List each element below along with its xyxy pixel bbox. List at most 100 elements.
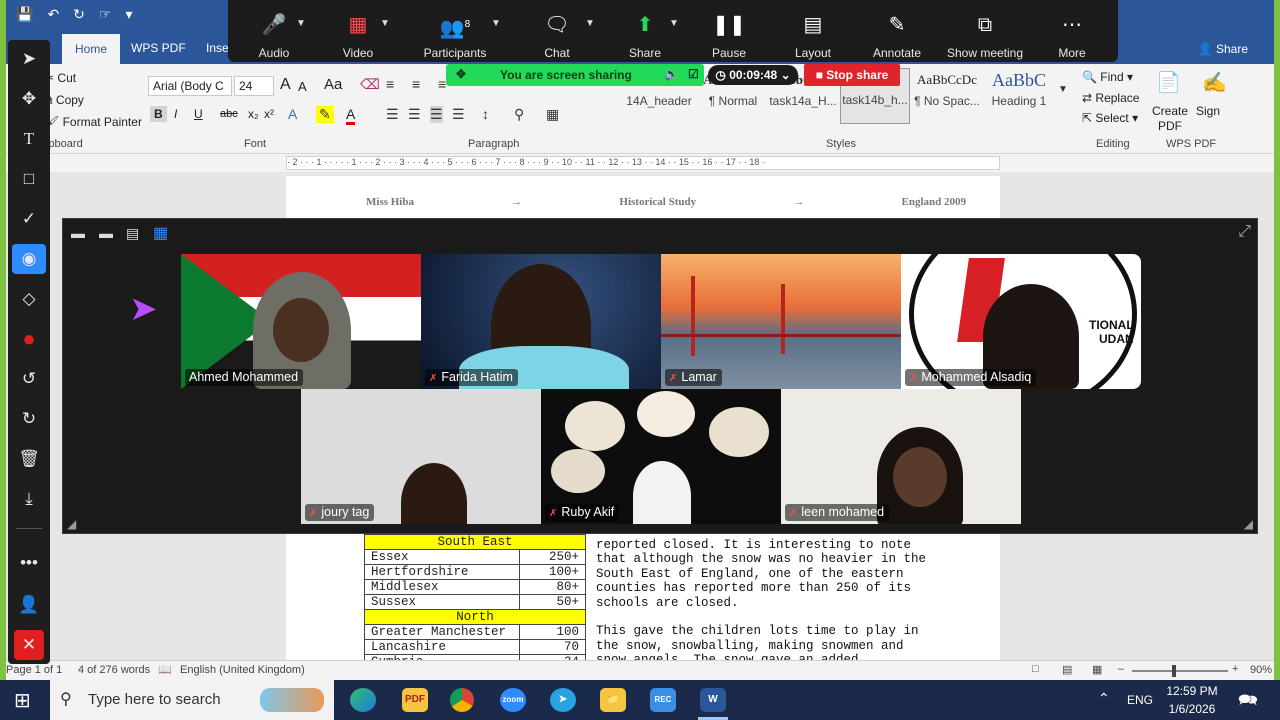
change-case-button[interactable]: Aa xyxy=(324,76,342,93)
zoom-percentage[interactable]: 90% xyxy=(1250,664,1272,676)
mouse-pointer-icon[interactable]: ➤ xyxy=(8,44,50,74)
participants-options-icon[interactable]: ▼ xyxy=(491,18,501,29)
layout-button[interactable]: ▤ Layout xyxy=(769,0,857,62)
video-tile[interactable]: ✗ Ruby Akif xyxy=(541,389,781,524)
justify-icon[interactable]: ☰ xyxy=(452,106,465,123)
redo-icon[interactable]: ↻ xyxy=(73,6,85,23)
redo-icon[interactable]: ↻ xyxy=(8,404,50,434)
word-count[interactable]: 4 of 276 words xyxy=(78,664,150,676)
clear-formatting-icon[interactable]: ⌫ xyxy=(360,76,380,93)
styles-more-icon[interactable]: ▼ xyxy=(1058,84,1068,95)
create-pdf-button[interactable]: Create PDF xyxy=(1150,104,1190,134)
trash-icon[interactable]: 🗑 xyxy=(8,444,50,474)
undo-icon[interactable]: ↺ xyxy=(8,364,50,394)
style-heading-1[interactable]: AaBbC Heading 1 xyxy=(984,70,1054,108)
eraser-icon[interactable]: ◇ xyxy=(8,284,50,314)
tab-wps-pdf[interactable]: WPS PDF xyxy=(131,41,186,55)
align-right-icon[interactable]: ☰ xyxy=(430,106,443,123)
taskbar-search[interactable]: ⚲ Type here to search xyxy=(50,680,334,720)
text-effects-icon[interactable]: A xyxy=(288,106,297,122)
text-tool-icon[interactable]: T xyxy=(8,124,50,154)
video-tile[interactable]: ✗ Lamar xyxy=(661,254,901,389)
minimize-icon[interactable]: ▬ xyxy=(71,225,85,241)
checkmark-icon[interactable]: ✓ xyxy=(8,204,50,234)
subscript-button[interactable]: x₂ xyxy=(248,107,259,121)
undo-icon[interactable]: ↶ xyxy=(47,6,59,23)
format-painter-button[interactable]: 🖌 Format Painter xyxy=(44,115,142,129)
read-mode-icon[interactable]: □ xyxy=(1032,663,1039,675)
find-button[interactable]: 🔍 Find ▾ xyxy=(1082,70,1133,84)
stop-share-button[interactable]: ■ Stop share xyxy=(804,64,900,86)
strip-view-icon[interactable]: ▤ xyxy=(126,225,139,242)
save-icon[interactable]: 💾 xyxy=(16,6,33,23)
highlight-icon[interactable]: ✎ xyxy=(316,106,334,123)
video-button[interactable]: ▦ Video xyxy=(314,0,402,62)
borders-icon[interactable]: ▦ xyxy=(546,106,559,123)
video-tile[interactable]: ✗ joury tag xyxy=(301,389,541,524)
more-options-icon[interactable]: ••• xyxy=(8,548,50,578)
chat-options-icon[interactable]: ▼ xyxy=(585,18,595,29)
video-tile[interactable]: TIONAL UDAN ✗ Mohammed Alsadiq xyxy=(901,254,1141,389)
edge-icon[interactable] xyxy=(350,688,376,712)
pause-share-button[interactable]: ❚❚ Pause xyxy=(685,0,773,62)
windows-start-icon[interactable]: ⊞ xyxy=(14,688,31,713)
sign-button[interactable]: Sign xyxy=(1196,104,1220,118)
word-app-icon[interactable]: W xyxy=(700,688,726,712)
chat-button[interactable]: 🗨 Chat xyxy=(513,0,601,62)
close-icon[interactable]: ✕ xyxy=(14,630,44,660)
recorder-icon[interactable]: REC xyxy=(650,688,676,712)
annotate-button[interactable]: ✎ Annotate xyxy=(853,0,941,62)
file-explorer-icon[interactable]: 📁 xyxy=(600,688,626,712)
zoom-in-icon[interactable]: + xyxy=(1232,663,1238,675)
rectangle-tool-icon[interactable]: □ xyxy=(8,164,50,194)
video-options-icon[interactable]: ▼ xyxy=(380,18,390,29)
superscript-button[interactable]: x² xyxy=(264,107,274,121)
horizontal-ruler[interactable]: · 2 · · · 1 · · · · · 1 · · · 2 · · · 3 … xyxy=(286,156,1000,170)
bold-button[interactable]: B xyxy=(150,106,167,122)
zoom-app-icon[interactable]: zoom xyxy=(500,688,526,712)
align-center-icon[interactable]: ☰ xyxy=(408,106,421,123)
multilevel-list-icon[interactable]: ≡ xyxy=(438,76,446,92)
audio-options-icon[interactable]: ▼ xyxy=(296,18,306,29)
grow-font-button[interactable]: A xyxy=(280,76,291,94)
show-meeting-button[interactable]: ⧉ Show meeting xyxy=(938,0,1032,62)
zoom-slider-thumb[interactable] xyxy=(1172,665,1176,677)
meeting-timer[interactable]: ◷ 00:09:48 ⌄ xyxy=(708,65,798,85)
proofing-icon[interactable]: 📖 xyxy=(158,663,172,676)
zoom-slider[interactable] xyxy=(1132,670,1228,672)
download-icon[interactable]: ⤓ xyxy=(8,484,50,514)
user-settings-icon[interactable]: 👤 xyxy=(8,590,50,620)
select-button[interactable]: ⇱ Select ▾ xyxy=(1082,111,1138,125)
resize-handle-icon[interactable]: ◢ xyxy=(67,517,76,531)
replace-button[interactable]: ⇄ Replace xyxy=(1082,91,1139,105)
underline-button[interactable]: U xyxy=(194,107,203,121)
share-options-icon[interactable]: ▼ xyxy=(669,18,679,29)
sharing-indicator[interactable]: ✥ You are screen sharing 🔈 ☑ xyxy=(446,64,704,86)
video-tile[interactable]: Ahmed Mohammed xyxy=(181,254,421,389)
style-no-spacing[interactable]: AaBbCcDc ¶ No Spac... xyxy=(912,70,982,108)
italic-button[interactable]: I xyxy=(174,107,177,121)
move-icon[interactable]: ✥ xyxy=(8,84,50,114)
zoom-out-icon[interactable]: – xyxy=(1118,663,1124,675)
color-picker-icon[interactable]: ● xyxy=(8,324,50,354)
resize-handle-icon[interactable]: ◢ xyxy=(1244,517,1253,531)
audio-button[interactable]: 🎤 Audio xyxy=(230,0,318,62)
gallery-view-icon[interactable]: ▦ xyxy=(153,223,168,243)
align-left-icon[interactable]: ☰ xyxy=(386,106,399,123)
chevron-up-icon[interactable]: ⌃ xyxy=(1098,690,1110,707)
expand-icon[interactable]: ⤢ xyxy=(1238,223,1251,241)
drag-handle-icon[interactable]: ✥ xyxy=(456,67,466,81)
telegram-icon[interactable]: ➤ xyxy=(550,688,576,712)
customize-qat-icon[interactable]: ▾ xyxy=(125,6,132,23)
pdf-reader-icon[interactable]: PDF xyxy=(402,688,428,712)
line-spacing-icon[interactable]: ↕ xyxy=(482,106,489,122)
speaker-icon[interactable]: 🔈 xyxy=(664,67,679,81)
clock-date[interactable]: 1/6/2026 xyxy=(1166,702,1218,716)
speaker-view-icon[interactable]: ▬ xyxy=(99,225,113,241)
font-color-icon[interactable]: A xyxy=(346,106,356,125)
share-screen-button[interactable]: ⬆ Share xyxy=(601,0,689,62)
bullets-icon[interactable]: ≡ xyxy=(386,76,394,92)
input-language[interactable]: ENG xyxy=(1127,693,1153,707)
web-layout-icon[interactable]: ▦ xyxy=(1092,663,1102,676)
font-size-box[interactable]: 24 xyxy=(234,76,274,96)
